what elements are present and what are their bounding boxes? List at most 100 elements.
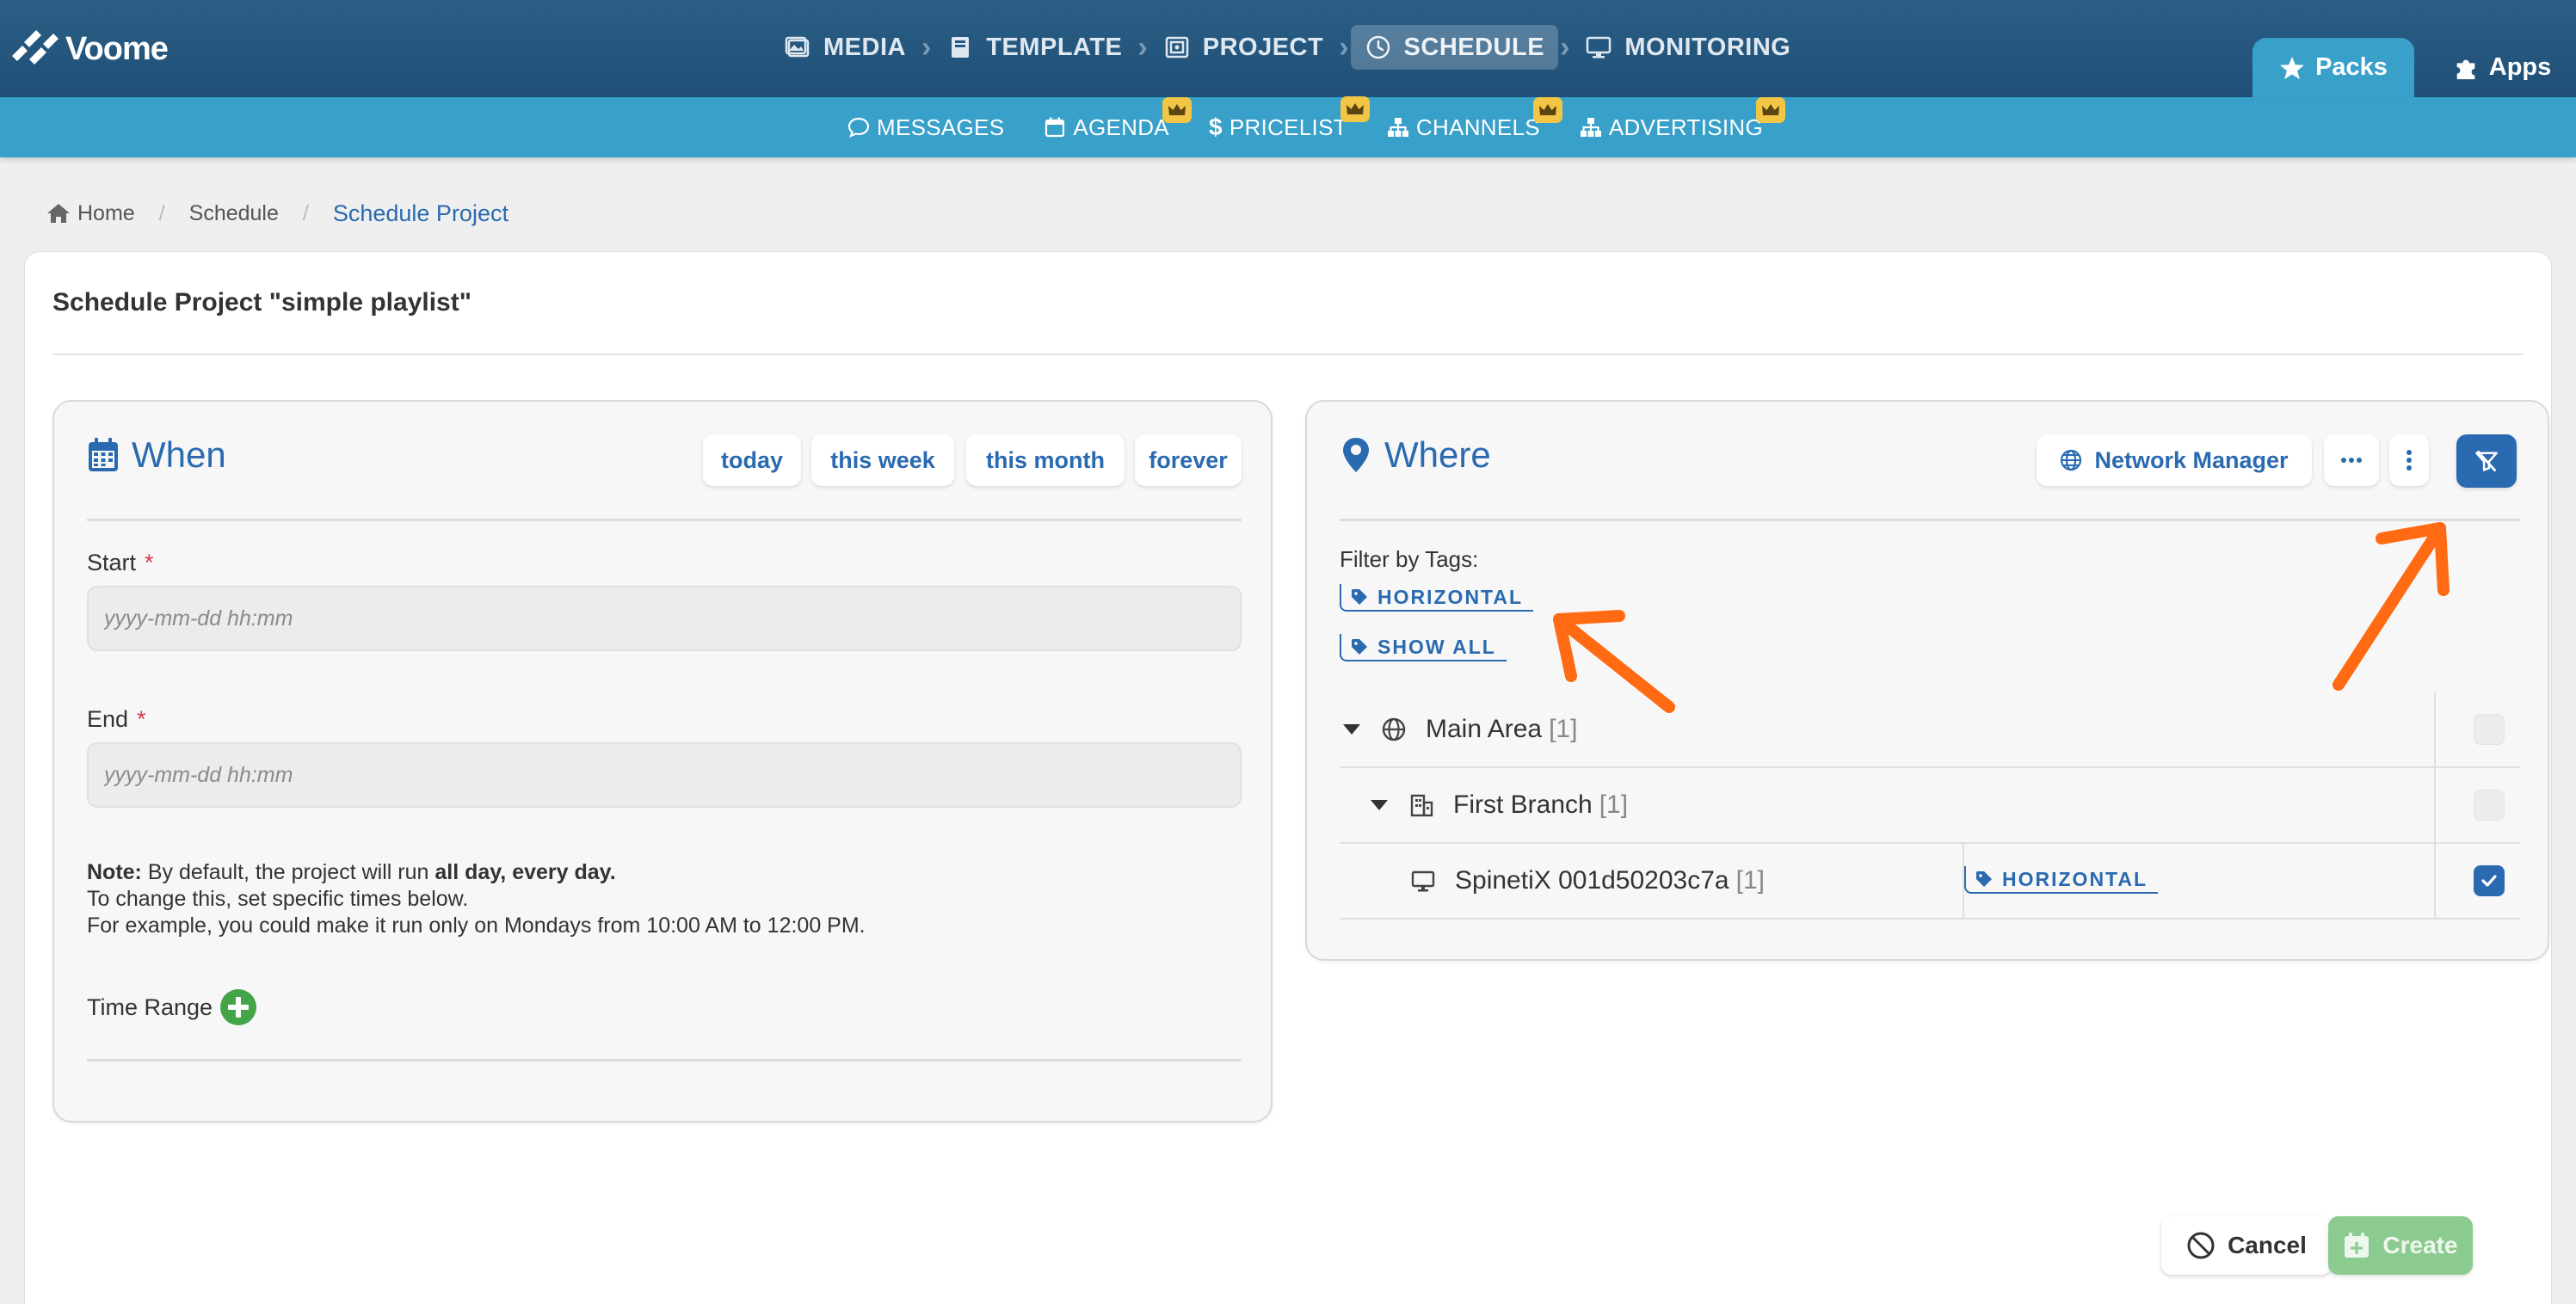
note-line2: To change this, set specific times below… <box>87 887 469 911</box>
network-manager-button[interactable]: Network Manager <box>2037 434 2312 486</box>
subnav-agenda[interactable]: AGENDA <box>1044 96 1192 141</box>
breadcrumb-separator: / <box>158 200 165 225</box>
subnav-channels[interactable]: CHANNELS <box>1387 96 1562 141</box>
book-icon <box>952 37 970 58</box>
home-icon <box>47 204 70 223</box>
today-button[interactable]: today <box>703 434 801 486</box>
crown-icon <box>1340 96 1370 122</box>
page-title: Schedule Project "simple playlist" <box>52 288 471 317</box>
images-icon <box>785 36 810 58</box>
tag-horizontal-label: HORIZONTAL <box>1377 585 1524 608</box>
nav-monitoring-label: MONITORING <box>1624 33 1791 61</box>
tag-show-all-label: SHOW ALL <box>1377 635 1496 658</box>
schedule-card: Schedule Project "simple playlist" When … <box>24 251 2552 1304</box>
tab-apps-label: Apps <box>2488 53 2552 81</box>
when-panel: When today this week this month forever … <box>52 400 1273 1123</box>
breadcrumb-home[interactable]: Home <box>46 201 135 226</box>
check-icon <box>2481 875 2497 887</box>
where-heading-label: Where <box>1384 434 1491 475</box>
comment-icon <box>847 117 870 138</box>
column-divider <box>2434 768 2436 844</box>
puzzle-icon <box>2456 59 2475 79</box>
when-heading-label: When <box>132 434 226 475</box>
sitemap-icon <box>1387 118 1408 137</box>
subnav-advertising[interactable]: ADVERTISING <box>1580 96 1785 141</box>
when-divider <box>87 519 1242 521</box>
app-logo[interactable]: Voome <box>7 19 169 79</box>
this-week-button[interactable]: this week <box>811 434 954 486</box>
nav-chevron: › <box>1339 30 1349 64</box>
start-input[interactable] <box>87 586 1242 651</box>
where-divider <box>1340 519 2520 521</box>
tree-row-main-area[interactable]: Main Area [1] <box>1340 692 2520 768</box>
column-divider <box>2434 692 2436 768</box>
first-branch-checkbox[interactable] <box>2474 790 2505 821</box>
start-label-text: Start <box>87 550 137 575</box>
nav-chevron: › <box>1137 30 1148 64</box>
crown-icon <box>1756 96 1785 123</box>
this-month-button[interactable]: this month <box>966 434 1125 486</box>
cancel-button[interactable]: Cancel <box>2161 1216 2332 1275</box>
globe-icon <box>1382 717 1406 741</box>
vertical-menu-button[interactable] <box>2389 434 2429 486</box>
column-divider <box>2434 844 2436 920</box>
tab-packs[interactable]: Packs <box>2252 38 2414 97</box>
nav-media-label: MEDIA <box>823 33 906 61</box>
nav-template[interactable]: TEMPLATE <box>933 25 1136 70</box>
subnav-advertising-label: ADVERTISING <box>1608 114 1763 140</box>
tree-row-spinetix[interactable]: SpinetiX 001d50203c7a [1] HORIZONTAL <box>1340 844 2520 920</box>
breadcrumb-current: Schedule Project <box>332 200 508 226</box>
main-nav: MEDIA › TEMPLATE › PROJECT › SCHEDULE › … <box>770 24 1804 71</box>
spinetix-checkbox[interactable] <box>2474 865 2505 896</box>
note-prefix: Note: <box>87 860 142 884</box>
sub-nav-bar: MESSAGES AGENDA $ PRICELIST CHANNELS ADV… <box>0 96 2576 157</box>
calendar-icon <box>89 438 118 471</box>
device-tag-horizontal[interactable]: HORIZONTAL <box>1964 866 2159 894</box>
project-icon <box>1165 36 1188 58</box>
tree-row-first-branch[interactable]: First Branch [1] <box>1340 768 2520 844</box>
nav-template-label: TEMPLATE <box>986 33 1123 61</box>
main-area-count: [1] <box>1549 715 1578 743</box>
map-marker-icon <box>1343 438 1369 472</box>
nav-media[interactable]: MEDIA <box>770 25 920 70</box>
spinetix-count: [1] <box>1735 866 1765 895</box>
time-range-divider <box>87 1059 1242 1061</box>
crown-icon <box>1162 96 1192 123</box>
monitor-icon <box>1587 36 1612 58</box>
nav-schedule[interactable]: SCHEDULE <box>1350 25 1559 70</box>
end-input[interactable] <box>87 742 1242 808</box>
tag-horizontal-filter[interactable]: HORIZONTAL <box>1340 584 1534 612</box>
add-time-range-icon[interactable] <box>219 988 257 1026</box>
forever-button[interactable]: forever <box>1135 434 1242 486</box>
tag-show-all[interactable]: SHOW ALL <box>1340 634 1507 661</box>
ellipsis-vertical-icon <box>2407 450 2412 471</box>
filter-toggle-button[interactable] <box>2456 434 2517 488</box>
subnav-channels-label: CHANNELS <box>1415 114 1540 140</box>
tab-apps[interactable]: Apps <box>2428 38 2576 97</box>
first-branch-count: [1] <box>1599 790 1629 819</box>
sub-nav: MESSAGES AGENDA $ PRICELIST CHANNELS ADV… <box>847 96 1785 157</box>
calendar-plus-icon <box>2345 1233 2370 1258</box>
dollar-icon: $ <box>1208 114 1223 140</box>
nav-project[interactable]: PROJECT <box>1149 25 1337 70</box>
end-label: End * <box>87 706 146 733</box>
subnav-messages[interactable]: MESSAGES <box>847 114 1004 141</box>
nav-monitoring[interactable]: MONITORING <box>1571 25 1804 70</box>
caret-down-icon[interactable] <box>1341 719 1362 740</box>
crown-icon <box>1532 96 1562 123</box>
logo-text: Voome <box>65 30 169 67</box>
more-options-button[interactable] <box>2324 434 2379 486</box>
note-line1-b: all day, every day. <box>434 860 616 884</box>
breadcrumb-schedule[interactable]: Schedule <box>189 201 279 226</box>
create-button[interactable]: Create <box>2328 1216 2473 1275</box>
filter-by-tags-label: Filter by Tags: <box>1340 546 1479 572</box>
monitor-icon <box>1411 870 1435 892</box>
tab-packs-label: Packs <box>2315 53 2388 81</box>
breadcrumb-separator: / <box>302 200 309 225</box>
nav-project-label: PROJECT <box>1202 33 1324 61</box>
subnav-pricelist[interactable]: $ PRICELIST <box>1208 96 1370 141</box>
clock-icon <box>1366 35 1390 59</box>
main-area-checkbox[interactable] <box>2474 714 2505 745</box>
caret-down-icon[interactable] <box>1369 795 1390 815</box>
location-tree: Main Area [1] First Branch [1] SpinetiX 00… <box>1340 692 2520 920</box>
